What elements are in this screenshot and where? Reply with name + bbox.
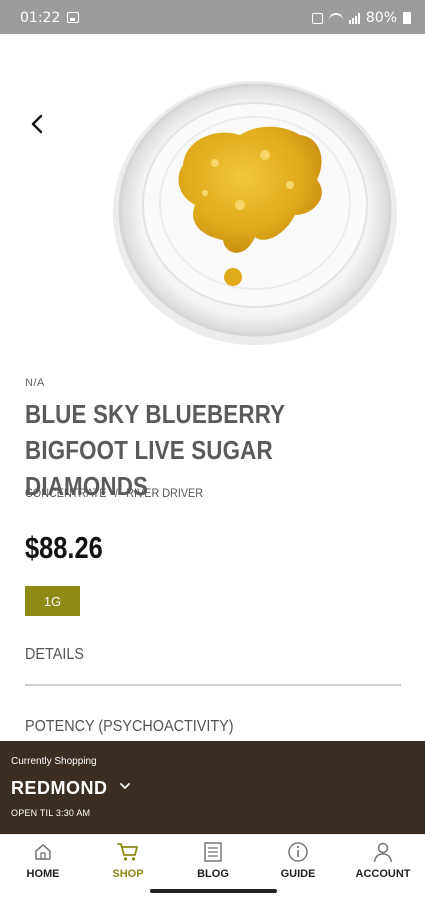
gesture-bar xyxy=(0,884,425,900)
store-hours: OPEN TIL 3:30 AM xyxy=(11,808,91,818)
product-price: $88.26 xyxy=(25,530,103,565)
battery-icon xyxy=(403,12,411,24)
nav-account[interactable]: ACCOUNT xyxy=(343,835,423,885)
nav-home[interactable]: HOME xyxy=(3,835,83,885)
status-bar: 01:22 80% xyxy=(0,0,425,34)
breadcrumb-producer[interactable]: RIVER DRIVER xyxy=(126,486,203,500)
nav-account-label: ACCOUNT xyxy=(355,868,411,880)
breadcrumb-category[interactable]: CONCENTRATE xyxy=(25,486,106,500)
bottom-nav: HOME SHOP BLOG GUIDE ACCOUNT xyxy=(0,834,425,884)
nav-home-label: HOME xyxy=(26,868,60,880)
divider xyxy=(25,684,401,686)
brand-label: N/A xyxy=(25,377,45,389)
breadcrumb: CONCENTRATE / RIVER DRIVER xyxy=(25,486,203,500)
nav-shop[interactable]: SHOP xyxy=(88,835,168,885)
nav-blog[interactable]: BLOG xyxy=(173,835,253,885)
breadcrumb-separator: / xyxy=(114,486,118,500)
alarm-icon xyxy=(311,12,323,24)
status-indicators: 80% xyxy=(311,10,411,26)
potency-section-header[interactable]: POTENCY (PSYCHOACTIVITY) xyxy=(25,718,234,736)
battery-percent: 80% xyxy=(365,10,397,26)
back-button[interactable] xyxy=(24,110,52,138)
status-time: 01:22 xyxy=(20,10,61,26)
cart-icon xyxy=(117,843,138,861)
gallery-notification-icon xyxy=(67,12,79,23)
signal-icon xyxy=(348,12,360,24)
store-name: REDMOND xyxy=(11,778,108,798)
nav-blog-label: BLOG xyxy=(197,868,229,880)
details-section-header[interactable]: DETAILS xyxy=(25,646,84,664)
account-icon xyxy=(373,842,393,863)
store-caption: Currently Shopping xyxy=(11,756,97,767)
home-icon xyxy=(35,844,51,860)
size-option-button[interactable]: 1G xyxy=(25,586,80,616)
product-image xyxy=(113,81,397,345)
nav-guide[interactable]: GUIDE xyxy=(258,835,338,885)
store-selector[interactable]: Currently Shopping REDMOND OPEN TIL 3:30… xyxy=(0,741,425,834)
nav-shop-label: SHOP xyxy=(112,868,144,880)
chevron-down-icon xyxy=(120,783,130,789)
info-icon xyxy=(288,842,308,862)
blog-icon xyxy=(204,842,222,862)
wifi-icon xyxy=(328,13,343,23)
nav-guide-label: GUIDE xyxy=(280,868,316,880)
home-gesture-handle[interactable] xyxy=(150,889,277,893)
